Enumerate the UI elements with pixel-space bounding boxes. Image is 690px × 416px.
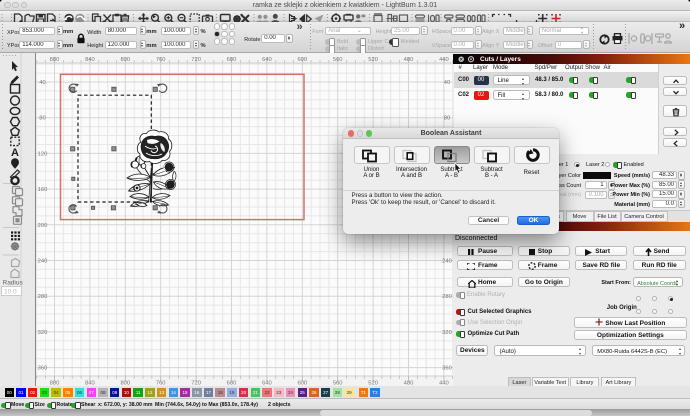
svg-text:360: 360 bbox=[442, 366, 452, 372]
svg-text:Radius: Radius bbox=[3, 280, 24, 287]
svg-text:600: 600 bbox=[297, 57, 307, 63]
svg-text:800: 800 bbox=[120, 57, 130, 63]
svg-text:880: 880 bbox=[50, 57, 60, 63]
svg-text:A: A bbox=[11, 147, 19, 159]
svg-text:480: 480 bbox=[404, 57, 414, 63]
svg-text:760: 760 bbox=[156, 57, 166, 63]
svg-text:360: 360 bbox=[38, 366, 48, 372]
svg-text:80: 80 bbox=[444, 116, 450, 122]
svg-text:640: 640 bbox=[262, 57, 272, 63]
svg-text:280: 280 bbox=[38, 294, 48, 300]
svg-text:240: 240 bbox=[38, 259, 48, 265]
svg-text:520: 520 bbox=[368, 57, 378, 63]
svg-text:10.0: 10.0 bbox=[4, 289, 17, 296]
svg-text:320: 320 bbox=[442, 330, 452, 336]
svg-text:160: 160 bbox=[38, 187, 48, 193]
svg-text:80: 80 bbox=[39, 116, 45, 122]
svg-text:40: 40 bbox=[444, 80, 450, 86]
svg-text:560: 560 bbox=[333, 57, 343, 63]
svg-text:280: 280 bbox=[442, 294, 452, 300]
svg-text:120: 120 bbox=[38, 151, 48, 157]
svg-text:240: 240 bbox=[442, 259, 452, 265]
svg-text:840: 840 bbox=[85, 57, 95, 63]
svg-text:320: 320 bbox=[38, 330, 48, 336]
svg-text:200: 200 bbox=[38, 223, 48, 229]
svg-text:40: 40 bbox=[39, 80, 45, 86]
svg-text:720: 720 bbox=[191, 57, 201, 63]
svg-text:680: 680 bbox=[227, 57, 237, 63]
svg-text:440: 440 bbox=[439, 57, 449, 63]
